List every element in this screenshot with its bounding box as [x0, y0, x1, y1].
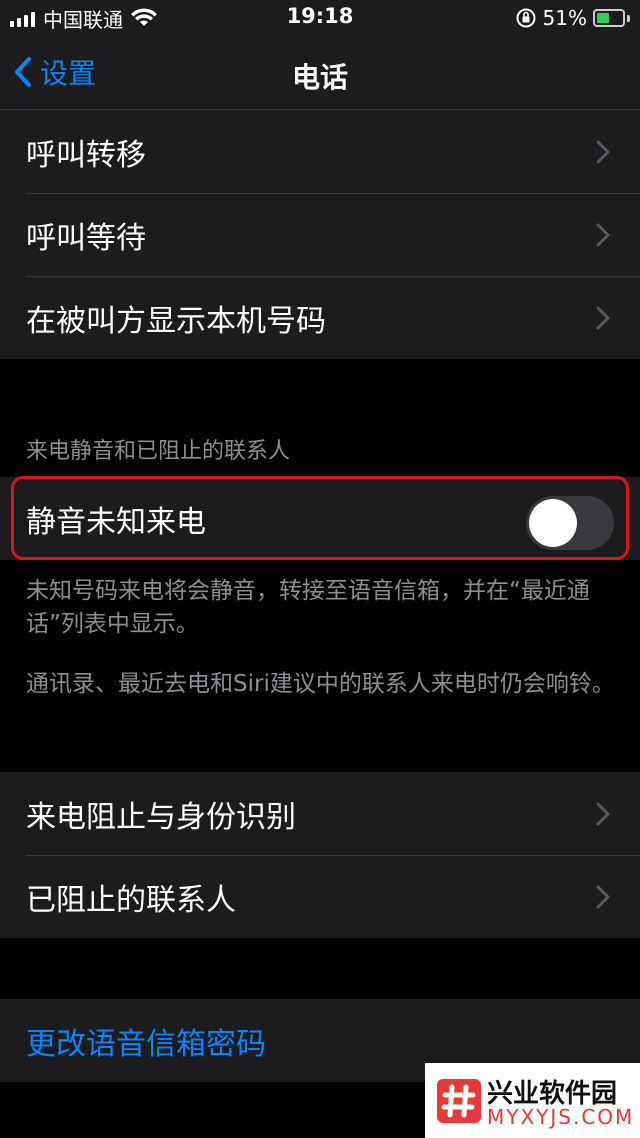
change-voicemail-password-link[interactable]: 更改语音信箱密码 [26, 1019, 266, 1063]
footer-note: 通讯录、最近去电和Siri建议中的联系人来电时仍会响铃。 [26, 671, 615, 697]
page-title: 电话 [291, 61, 348, 94]
status-right: 51% [515, 6, 630, 30]
row-label: 呼叫转移 [26, 137, 146, 173]
chevron-right-icon [596, 802, 610, 826]
hash-logo-icon [437, 1079, 481, 1123]
chevron-right-icon [596, 306, 610, 330]
battery-icon [593, 9, 625, 27]
call-settings-group: 呼叫转移 呼叫等待 在被叫方显示本机号码 [0, 110, 640, 359]
row-label: 呼叫等待 [26, 220, 146, 256]
watermark-subtitle: MYXYJS.COM [487, 1105, 635, 1129]
navigation-bar: 设置 电话 [0, 36, 640, 110]
call-forwarding-row[interactable]: 呼叫转移 [0, 110, 640, 193]
chevron-right-icon [596, 140, 610, 164]
battery-percent: 51% [542, 6, 587, 30]
row-label: 来电阻止与身份识别 [26, 799, 296, 835]
row-label: 已阻止的联系人 [26, 882, 236, 918]
call-blocking-identification-row[interactable]: 来电阻止与身份识别 [0, 772, 640, 855]
watermark: 兴业软件园 MYXYJS.COM [425, 1063, 640, 1138]
section-header: 来电静音和已阻止的联系人 [26, 439, 291, 464]
chevron-right-icon [596, 223, 610, 247]
call-blocking-group: 来电阻止与身份识别 已阻止的联系人 [0, 772, 640, 938]
battery-level [597, 13, 609, 23]
blocked-contacts-row[interactable]: 已阻止的联系人 [0, 855, 640, 938]
chevron-right-icon [596, 885, 610, 909]
status-bar: 中国联通 19:18 51% [0, 0, 640, 36]
battery-tip [627, 14, 630, 22]
footer-note: 未知号码来电将会静音，转接至语音信箱，并在“最近通话”列表中显示。 [26, 578, 590, 637]
row-label: 在被叫方显示本机号码 [26, 303, 326, 339]
show-caller-id-row[interactable]: 在被叫方显示本机号码 [0, 276, 640, 359]
orientation-lock-icon [516, 8, 536, 28]
highlight-box [11, 476, 629, 560]
call-waiting-row[interactable]: 呼叫等待 [0, 193, 640, 276]
